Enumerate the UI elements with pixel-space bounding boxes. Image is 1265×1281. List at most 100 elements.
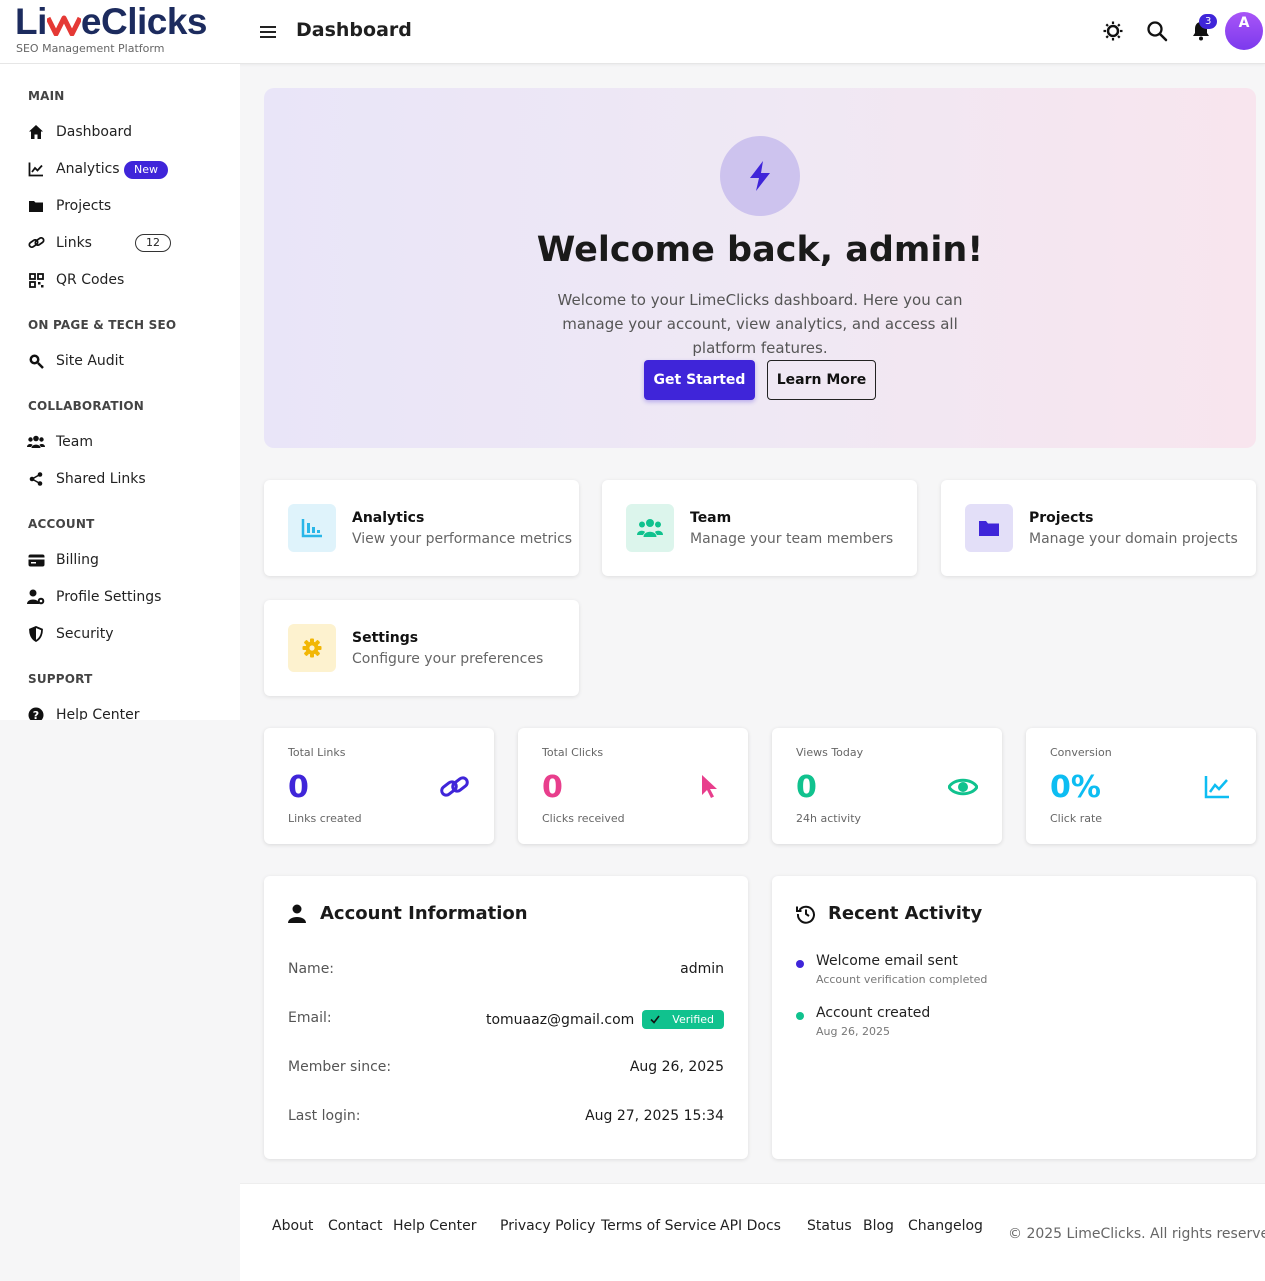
stat-value: 0% [1050,770,1101,805]
stat-sub: Click rate [1050,812,1103,825]
eye-icon [948,772,978,802]
page-title: Dashboard [296,19,412,41]
brand-logo[interactable]: Li eClicks SEO Management Platform [15,1,207,56]
sidebar-item-security[interactable]: Security [22,619,222,649]
link-icon [27,234,45,252]
theme-toggle-icon[interactable] [1102,20,1124,42]
welcome-hero: Welcome back, admin! Welcome to your Lim… [264,88,1256,448]
quick-card-projects[interactable]: Projects Manage your domain projects [941,480,1256,576]
hero-title: Welcome back, admin! [536,230,984,270]
share-icon [27,470,45,488]
avatar[interactable]: A [1225,12,1263,50]
quick-card-title: Analytics [352,510,425,526]
search-audit-icon [27,352,45,370]
links-count-badge: 12 [135,234,171,252]
trend-icon [1202,772,1232,802]
stat-card-conversion: Conversion 0% Click rate [1026,728,1256,844]
home-icon [27,123,45,141]
line-chart-icon [27,160,45,178]
sidebar-section-support: SUPPORT [28,672,93,686]
sidebar-item-dashboard[interactable]: Dashboard [22,117,222,147]
stat-sub: Clicks received [542,812,625,825]
get-started-button[interactable]: Get Started [644,360,755,400]
search-icon[interactable] [1146,20,1168,42]
footer-link-about[interactable]: About [272,1218,313,1234]
sidebar-item-billing[interactable]: Billing [22,545,222,575]
info-row-email: Email: tomuaaz@gmail.com Verified [288,1010,724,1030]
sidebar-section-account: ACCOUNT [28,517,95,531]
shield-icon [27,625,45,643]
quick-card-desc: Configure your preferences [352,651,544,667]
info-row-name: Name: admin [288,961,724,977]
stat-sub: Links created [288,812,362,825]
panel-title: Recent Activity [828,903,983,924]
svg-text:?: ? [33,709,39,720]
stat-value: 0 [288,770,309,805]
footer-link-contact[interactable]: Contact [328,1218,382,1234]
panel-title: Account Information [320,903,528,924]
stat-value: 0 [796,770,817,805]
folder-icon [965,504,1013,552]
footer-link-terms[interactable]: Terms of Service [601,1218,716,1234]
brand-subtitle: SEO Management Platform [16,42,165,55]
help-icon: ? [27,706,45,720]
footer-link-changelog[interactable]: Changelog [908,1218,983,1234]
sidebar-item-team[interactable]: Team [22,427,222,457]
quick-card-title: Projects [1029,510,1094,526]
bar-chart-icon [288,504,336,552]
footer-link-api-docs[interactable]: API Docs [720,1218,781,1234]
quick-card-desc: Manage your team members [690,531,894,547]
quick-card-desc: Manage your domain projects [1029,531,1238,547]
footer-link-privacy-policy[interactable]: Privacy Policy [500,1218,595,1234]
stat-label: Conversion [1050,746,1112,759]
recent-activity-panel: Recent Activity Welcome email sent Accou… [772,876,1256,1159]
footer-link-help-center[interactable]: Help Center [393,1218,477,1234]
notification-badge: 3 [1199,14,1218,29]
users-icon [626,504,674,552]
user-gear-icon [27,588,45,606]
stat-label: Views Today [796,746,864,759]
sidebar-item-analytics[interactable]: Analytics New [22,154,222,184]
qrcode-icon [27,271,45,289]
sidebar-item-qr-codes[interactable]: QR Codes [22,265,222,295]
stat-card-total-clicks: Total Clicks 0 Clicks received [518,728,748,844]
users-icon [27,433,45,451]
quick-card-title: Settings [352,630,419,646]
learn-more-button[interactable]: Learn More [767,360,876,400]
brand-name: Li eClicks [15,1,207,42]
stat-label: Total Clicks [542,746,604,759]
sidebar-section-collaboration: COLLABORATION [28,399,145,413]
stat-value: 0 [542,770,563,805]
sidebar-item-site-audit[interactable]: Site Audit [22,346,222,376]
pointer-icon [694,772,724,802]
sidebar-item-projects[interactable]: Projects [22,191,222,221]
stat-card-views-today: Views Today 0 24h activity [772,728,1002,844]
email-value: tomuaaz@gmail.com [485,1012,635,1028]
folder-icon [27,197,45,215]
sidebar-item-profile-settings[interactable]: Profile Settings [22,582,222,612]
top-bar: Li eClicks SEO Management Platform Dashbo… [0,0,1265,64]
sidebar: MAIN Dashboard Analytics New Projects Li… [0,64,240,720]
activity-dot [796,1012,804,1020]
stat-card-total-links: Total Links 0 Links created [264,728,494,844]
quick-card-settings[interactable]: Settings Configure your preferences [264,600,579,696]
link-icon [440,772,470,802]
lightning-icon [720,136,800,216]
stat-label: Total Links [288,746,346,759]
stat-sub: 24h activity [796,812,862,825]
hero-text: Welcome to your LimeClicks dashboard. He… [557,291,963,357]
footer: About Contact Help Center Privacy Policy… [240,1183,1265,1281]
footer-link-status[interactable]: Status [807,1218,852,1234]
menu-icon[interactable] [257,21,279,43]
quick-card-analytics[interactable]: Analytics View your performance metrics [264,480,579,576]
quick-card-team[interactable]: Team Manage your team members [602,480,917,576]
footer-link-blog[interactable]: Blog [863,1218,894,1234]
sidebar-item-shared-links[interactable]: Shared Links [22,464,222,494]
copyright: © 2025 LimeClicks. All rights reserved. [1008,1226,1265,1242]
info-row-last-login: Last login: Aug 27, 2025 15:34 [288,1108,724,1124]
verified-badge: Verified [642,1010,724,1029]
sidebar-section-onpage: ON PAGE & TECH SEO [28,318,177,332]
activity-dot [796,960,804,968]
sidebar-item-help-center[interactable]: ? Help Center [22,700,222,720]
sidebar-item-links[interactable]: Links 12 [22,228,222,258]
